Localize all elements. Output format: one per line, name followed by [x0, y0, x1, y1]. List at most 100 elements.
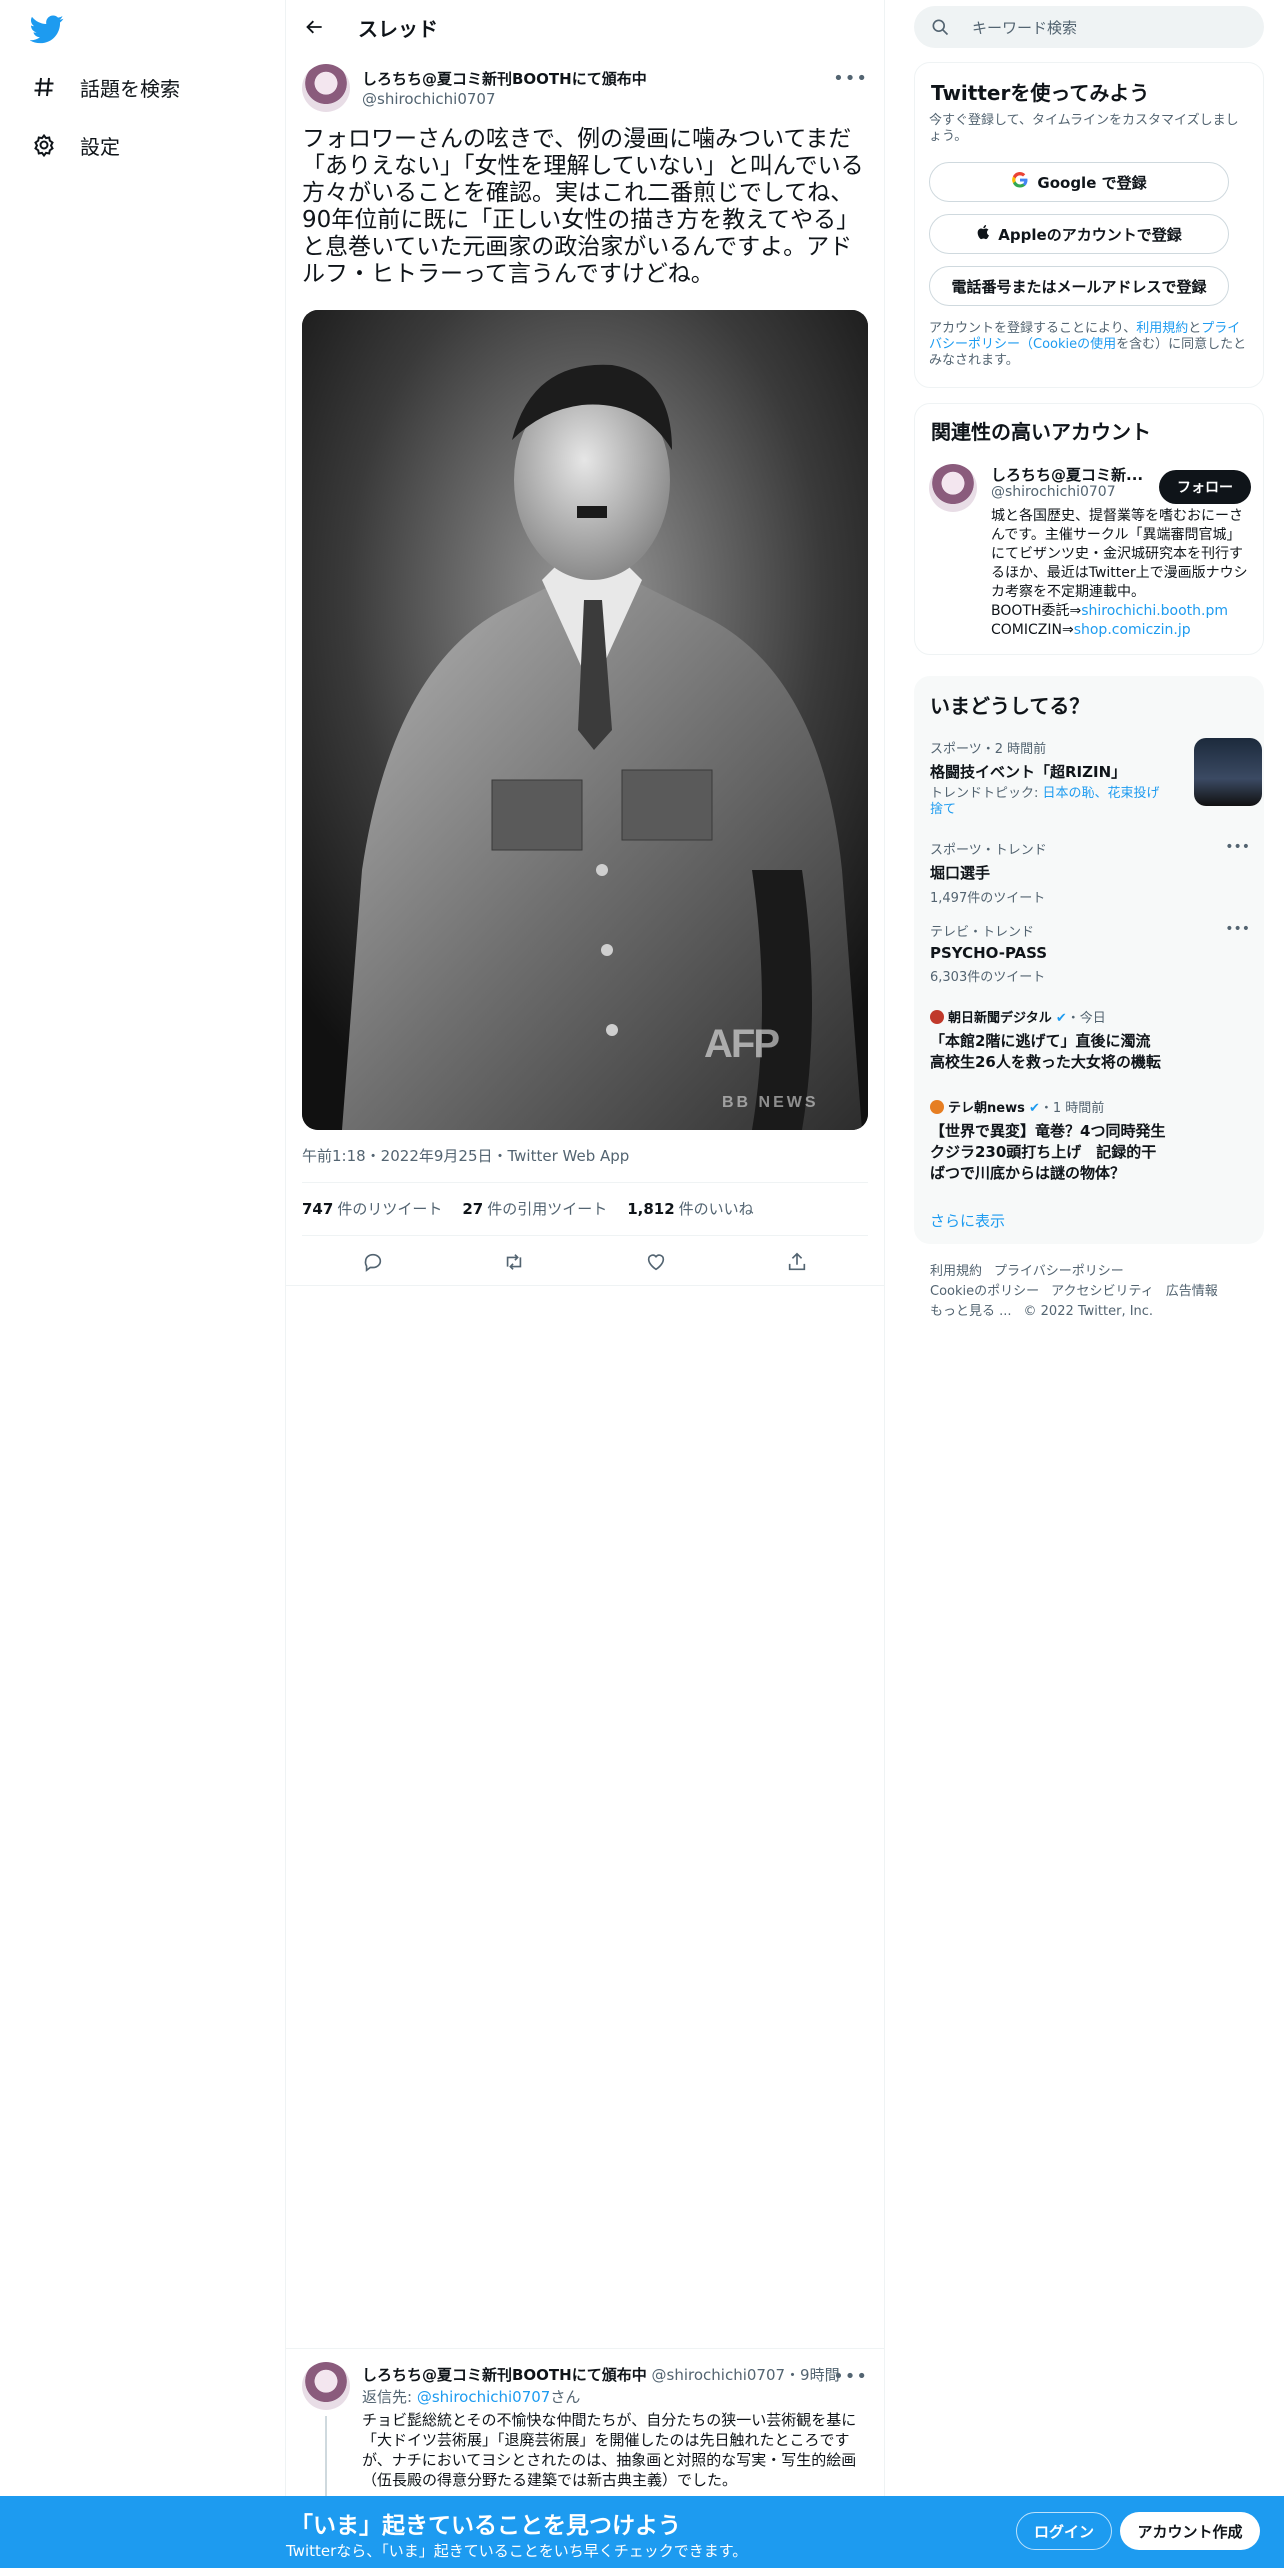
apple-signup-button[interactable]: Appleのアカウントで登録: [929, 214, 1229, 254]
reply-to-prefix: 返信先:: [362, 2388, 417, 2406]
trend-item[interactable]: スポーツ・2 時間前 格闘技イベント「超RIZIN」 トレンドトピック: 日本の…: [930, 738, 1262, 818]
terms-prefix: アカウントを登録することにより、: [929, 321, 1137, 336]
news-time: ・1 時間前: [1039, 1101, 1105, 1116]
signup-title: Twitterを使ってみよう: [931, 81, 1150, 105]
tweet-stats: 747 件のリツイート 27 件の引用ツイート 1,812 件のいいね: [302, 1198, 754, 1219]
main-column: スレッド しろちち@夏コミ新刊BOOTHにて頒布中 @shirochichi07…: [286, 0, 884, 2568]
afp-watermark: AFP: [704, 1022, 780, 1066]
avatar[interactable]: [302, 64, 350, 112]
trend-item[interactable]: テレビ・トレンド PSYCHO-PASS 6,303件のツイート •••: [930, 921, 1250, 985]
apple-icon: [976, 224, 992, 244]
comiczin-link[interactable]: shop.comiczin.jp: [1074, 622, 1191, 638]
footer-accessibility[interactable]: アクセシビリティ: [1051, 1284, 1154, 1299]
news-item[interactable]: テレ朝news ✔・1 時間前 【世界で異変】竜巻？4つ同時発生 クジラ230頭…: [930, 1097, 1250, 1183]
reply-time[interactable]: ・9時間: [785, 2366, 840, 2384]
likes-label: 件のいいね: [678, 1200, 754, 1218]
search-placeholder: キーワード検索: [972, 19, 1078, 37]
login-button[interactable]: ログイン: [1016, 2512, 1112, 2550]
terms-mid: と: [1188, 321, 1202, 336]
page-title: スレッド: [358, 17, 438, 41]
portrait-photo: [302, 310, 868, 1130]
divider: [286, 1285, 884, 1286]
related-name[interactable]: しろちち@夏コミ新...: [991, 464, 1143, 485]
news-title: 「本館2階に逃げて」直後に濁流 高校生26人を救った大女将の機転: [930, 1032, 1166, 1071]
show-more-link[interactable]: さらに表示: [930, 1210, 1005, 1231]
reply-author-name[interactable]: しろちち@夏コミ新刊BOOTHにて頒布中: [362, 2366, 647, 2384]
trend-category: テレビ・トレンド: [930, 925, 1035, 940]
news-source-row: 朝日新聞デジタル ✔・今日: [930, 1007, 1250, 1026]
trend-count: 1,497件のツイート: [930, 891, 1046, 906]
news-source-logo-icon: [930, 1010, 944, 1024]
terms-link[interactable]: 利用規約: [1136, 321, 1188, 336]
footer-cookie[interactable]: Cookieのポリシー: [930, 1284, 1039, 1299]
follow-button[interactable]: フォロー: [1159, 470, 1251, 504]
footer-ads[interactable]: 広告情報: [1166, 1284, 1218, 1299]
divider: [286, 2348, 884, 2349]
like-icon[interactable]: [638, 1244, 674, 1280]
trends-title: いまどうしてる？: [930, 694, 1090, 718]
news-source-logo-icon: [930, 1100, 944, 1114]
reply-to-suffix: さん: [550, 2388, 581, 2406]
phone-signup-label: 電話番号またはメールアドレスで登録: [951, 277, 1207, 296]
phone-signup-button[interactable]: 電話番号またはメールアドレスで登録: [929, 266, 1229, 306]
reply-to-handle[interactable]: @shirochichi0707: [417, 2388, 551, 2406]
author-name[interactable]: しろちち@夏コミ新刊BOOTHにて頒布中: [362, 68, 647, 89]
reply-icon[interactable]: [355, 1244, 391, 1280]
reply-header: しろちち@夏コミ新刊BOOTHにて頒布中 @shirochichi0707・9時…: [362, 2364, 840, 2385]
more-icon[interactable]: •••: [833, 68, 868, 89]
booth-link[interactable]: shirochichi.booth.pm: [1081, 603, 1228, 619]
more-icon[interactable]: •••: [1225, 921, 1250, 937]
search-input[interactable]: キーワード検索: [914, 6, 1264, 48]
footer-terms[interactable]: 利用規約: [930, 1264, 982, 1279]
tweet-timestamp[interactable]: 午前1:18・2022年9月25日・Twitter Web App: [302, 1145, 629, 1166]
footer-privacy[interactable]: プライバシーポリシー: [994, 1264, 1124, 1279]
twitter-logo-icon[interactable]: [29, 12, 66, 48]
trend-category: スポーツ・トレンド: [930, 843, 1047, 858]
google-signup-label: Google で登録: [1037, 173, 1147, 192]
signup-card: Twitterを使ってみよう 今すぐ登録して、タイムラインをカスタマイズしましょ…: [914, 62, 1264, 388]
related-bio: 城と各国歴史、提督業等を嗜むおにーさんです。主催サークル「異端審問官城」にてビザ…: [991, 507, 1251, 640]
trend-count: 6,303件のツイート: [930, 970, 1046, 985]
likes-stat[interactable]: 1,812 件のいいね: [627, 1198, 753, 1219]
bbnews-watermark: BB NEWS: [722, 1094, 819, 1111]
nav-explore[interactable]: 話題を検索: [30, 67, 180, 107]
nav-settings[interactable]: 設定: [30, 125, 120, 165]
tweet-actions: [302, 1244, 868, 1280]
footer-links: 利用規約 プライバシーポリシー Cookieのポリシー アクセシビリティ 広告情報 も…: [930, 1262, 1260, 1322]
nav-explore-label: 話題を検索: [80, 76, 180, 101]
verified-icon: ✔: [1051, 1011, 1067, 1026]
author-handle[interactable]: @shirochichi0707: [362, 90, 496, 108]
retweets-label: 件のリツイート: [337, 1200, 443, 1218]
more-icon[interactable]: •••: [1225, 839, 1250, 855]
back-arrow-icon[interactable]: [300, 12, 330, 42]
reply-author-handle[interactable]: @shirochichi0707: [652, 2366, 786, 2384]
more-icon[interactable]: •••: [833, 2366, 868, 2387]
tweet-photo[interactable]: AFP BB NEWS: [302, 310, 868, 1130]
google-signup-button[interactable]: Google で登録: [929, 162, 1229, 202]
avatar[interactable]: [929, 464, 977, 512]
related-bio-text: 城と各国歴史、提督業等を嗜むおにーさんです。主催サークル「異端審問官城」にてビザ…: [991, 508, 1248, 600]
quotes-stat[interactable]: 27 件の引用ツイート: [462, 1198, 607, 1219]
signup-button[interactable]: アカウント作成: [1120, 2512, 1260, 2550]
signup-terms: アカウントを登録することにより、利用規約とプライバシーポリシー（Cookieの使…: [929, 321, 1249, 369]
trend-topics: トレンドトピック: 日本の恥、花束投げ捨て: [930, 786, 1160, 818]
news-source: テレ朝news: [948, 1101, 1025, 1116]
trend-title: PSYCHO-PASS: [930, 944, 1048, 962]
quotes-count: 27: [462, 1200, 484, 1218]
footer-more[interactable]: もっと見る ...: [930, 1304, 1012, 1319]
news-source-row: テレ朝news ✔・1 時間前: [930, 1097, 1250, 1116]
retweets-stat[interactable]: 747 件のリツイート: [302, 1198, 442, 1219]
avatar[interactable]: [302, 2362, 350, 2410]
left-nav: 話題を検索 設定: [0, 0, 286, 2568]
trends-card: いまどうしてる？ スポーツ・2 時間前 格闘技イベント「超RIZIN」 トレンド…: [914, 676, 1264, 1244]
news-title: 【世界で異変】竜巻？4つ同時発生 クジラ230頭打ち上げ 記録的干ばつで川底から…: [930, 1122, 1181, 1182]
share-icon[interactable]: [779, 1244, 815, 1280]
retweet-icon[interactable]: [496, 1244, 532, 1280]
related-handle[interactable]: @shirochichi0707: [991, 484, 1116, 500]
nav-settings-label: 設定: [80, 134, 120, 159]
trend-title: 堀口選手: [930, 864, 991, 882]
verified-icon: ✔: [1024, 1101, 1040, 1116]
quotes-label: 件の引用ツイート: [487, 1200, 608, 1218]
trend-item[interactable]: スポーツ・トレンド 堀口選手 1,497件のツイート •••: [930, 839, 1250, 906]
news-item[interactable]: 朝日新聞デジタル ✔・今日 「本館2階に逃げて」直後に濁流 高校生26人を救った…: [930, 1007, 1250, 1072]
